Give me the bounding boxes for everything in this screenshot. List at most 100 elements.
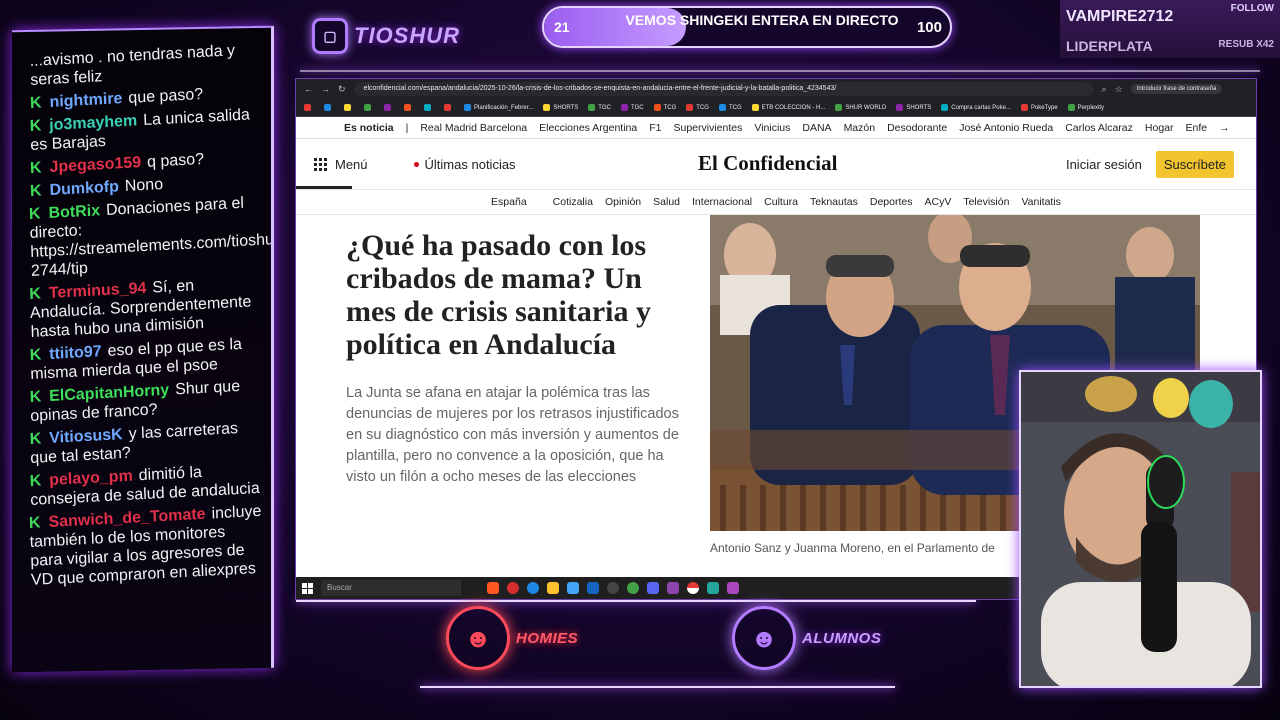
trending-topic-link[interactable]: F1 <box>649 122 661 134</box>
trending-topic-link[interactable]: Desodorante <box>887 122 947 134</box>
section-link[interactable]: Vanitatis <box>1021 196 1061 208</box>
chat-panel: ...avismo . no tendras nada y seras feli… <box>12 25 274 673</box>
store-app-icon[interactable] <box>567 582 579 594</box>
sub-alert-resub: RESUB X42 <box>1218 39 1274 50</box>
bookmark-item[interactable]: Perplexity <box>1067 103 1104 111</box>
bookmark-favicon-icon[interactable] <box>404 104 411 111</box>
app-icon[interactable] <box>727 582 739 594</box>
section-link[interactable]: Cultura <box>764 196 798 208</box>
bookmark-favicon-icon <box>588 103 596 111</box>
bookmark-item[interactable]: TGC <box>588 103 611 111</box>
app-icon[interactable] <box>707 582 719 594</box>
chat-username[interactable]: BotRix <box>48 202 100 222</box>
section-link[interactable]: Deportes <box>870 196 913 208</box>
bookmarks-bar: Planificación_Febrer... SHORTS TGC TGC TCG TC… <box>296 99 1256 117</box>
bookmark-item[interactable]: PokeType <box>1020 103 1058 111</box>
trending-topic-link[interactable]: Supervivientes <box>674 122 743 134</box>
section-link[interactable]: ACyV <box>924 196 951 208</box>
bookmark-favicon-icon[interactable] <box>364 104 371 111</box>
chat-message: K Sanwich_de_Tomate incluye también lo de … <box>29 502 264 590</box>
trending-topic-link[interactable]: Elecciones Argentina <box>539 122 637 134</box>
kick-badge-icon: K <box>29 346 42 364</box>
trending-topic-link[interactable]: Carlos Alcaraz <box>1065 122 1133 134</box>
bookmark-item[interactable]: Compra cartas Poke... <box>941 103 1011 111</box>
obs-app-icon[interactable] <box>607 582 619 594</box>
kick-badge-icon: K <box>29 117 42 135</box>
extension-button[interactable]: Introducir frase de contraseña <box>1130 84 1223 94</box>
trending-topic-link[interactable]: Real Madrid Barcelona <box>420 122 527 134</box>
section-link[interactable]: Opinión <box>605 196 641 208</box>
chat-username[interactable]: VitiosusK <box>49 426 123 447</box>
bookmark-star-icon[interactable]: ☆ <box>1115 84 1123 95</box>
photo-caption: Antonio Sanz y Juanma Moreno, en el Parl… <box>710 541 995 555</box>
bookmark-item[interactable]: TCG <box>718 103 742 111</box>
bookmark-favicon-icon <box>686 103 694 111</box>
chat-username[interactable]: Dumkofp <box>49 178 119 199</box>
bookmark-favicon-icon <box>1020 103 1028 111</box>
trending-topic-link[interactable]: Mazón <box>844 122 876 134</box>
chat-message: Kjo3mayhem La unica salida es Barajas <box>29 105 262 155</box>
goal-title: VEMOS SHINGEKI ENTERA EN DIRECTO <box>625 12 899 28</box>
bookmark-favicon-icon[interactable] <box>444 104 451 111</box>
windows-start-icon[interactable] <box>302 582 313 594</box>
bookmark-favicon-icon[interactable] <box>424 104 431 111</box>
reload-icon[interactable]: ↻ <box>338 84 346 95</box>
bookmark-item[interactable]: TGC <box>620 103 644 111</box>
trending-topic-link[interactable]: Hogar <box>1145 122 1174 134</box>
webcam-feed <box>1019 370 1262 688</box>
trending-topic-link[interactable]: Vinicius <box>754 122 790 134</box>
trending-topic-link[interactable]: DANA <box>802 122 831 134</box>
trending-next-arrow-icon[interactable]: → <box>1219 122 1230 134</box>
bookmark-item[interactable]: Planificación_Febrer... <box>464 103 533 111</box>
bookmark-item[interactable]: ETB COLECCION - H... <box>751 103 825 111</box>
bookmark-favicon-icon[interactable] <box>344 104 351 111</box>
chat-username[interactable]: Jpegaso159 <box>49 154 141 176</box>
latest-news-link[interactable]: Últimas noticias <box>413 157 516 172</box>
bookmark-favicon-icon[interactable] <box>324 104 331 111</box>
zoom-icon[interactable]: ⌕ <box>1102 84 1107 95</box>
forward-icon[interactable]: → <box>321 84 330 94</box>
bookmark-favicon-icon[interactable] <box>304 104 311 111</box>
chat-username[interactable]: nightmire <box>49 90 122 111</box>
section-link[interactable]: Televisión <box>963 196 1009 208</box>
brave-app-icon[interactable] <box>487 582 499 594</box>
menu-button[interactable]: Menú <box>314 157 368 172</box>
chat-username[interactable]: jo3mayhem <box>49 112 138 134</box>
bookmark-item[interactable]: TCG <box>653 103 676 111</box>
bookmark-item[interactable]: TCG <box>686 103 709 111</box>
bookmark-item[interactable]: SHORTS <box>543 103 578 111</box>
back-icon[interactable]: ← <box>304 84 313 94</box>
chat-text: q paso? <box>146 150 205 171</box>
trending-topic-link[interactable]: Enfe <box>1186 122 1208 134</box>
sub-goal-bar: 21 VEMOS SHINGEKI ENTERA EN DIRECTO 100 <box>542 6 952 48</box>
bookmark-item[interactable]: SHUR WORLD <box>835 103 886 111</box>
trending-topic-link[interactable]: José Antonio Rueda <box>959 122 1053 134</box>
section-link[interactable]: Teknautas <box>810 196 858 208</box>
section-link[interactable]: Internacional <box>692 196 752 208</box>
site-logo[interactable]: El Confidencial <box>698 151 837 176</box>
mail-app-icon[interactable] <box>587 582 599 594</box>
bookmark-favicon-icon <box>718 103 726 111</box>
subscribe-button[interactable]: Suscríbete <box>1155 150 1234 178</box>
login-link[interactable]: Iniciar sesión <box>1066 157 1142 172</box>
chat-username[interactable]: ttiito97 <box>49 343 102 363</box>
bookmark-favicon-icon <box>620 103 628 111</box>
section-link[interactable]: España <box>491 196 527 208</box>
opera-app-icon[interactable] <box>507 582 519 594</box>
pokeball-app-icon[interactable] <box>687 582 699 594</box>
chrome-app-icon[interactable] <box>627 582 639 594</box>
bookmark-item[interactable]: SHORTS <box>896 103 931 111</box>
section-link[interactable]: Salud <box>653 196 680 208</box>
section-link[interactable]: Cotizalia <box>553 196 593 208</box>
trending-topic-link[interactable]: Es noticia <box>344 122 394 134</box>
bookmark-favicon-icon[interactable] <box>384 104 391 111</box>
taskbar-search[interactable]: Buscar <box>321 580 461 596</box>
discord-app-icon[interactable] <box>647 582 659 594</box>
app-icon[interactable] <box>667 582 679 594</box>
article-lede: La Junta se afana en atajar la polémica … <box>346 385 679 485</box>
url-bar[interactable]: elconfidencial.com/espana/andalucia/2025… <box>353 82 1094 96</box>
chat-username[interactable]: pelayo_pm <box>49 468 133 489</box>
bookmark-favicon-icon <box>543 103 551 111</box>
file-explorer-icon[interactable] <box>547 582 559 594</box>
edge-app-icon[interactable] <box>527 582 539 594</box>
